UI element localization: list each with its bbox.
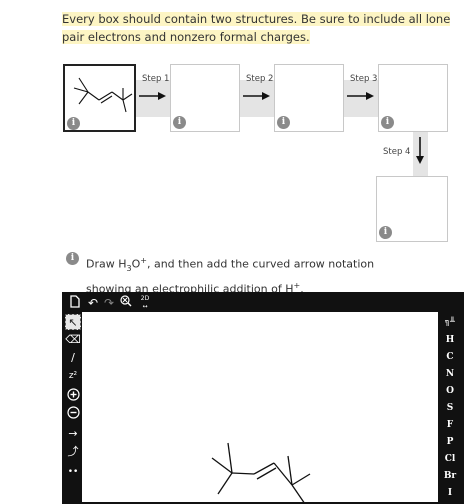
element-i-button[interactable]: I [438,488,462,498]
element-s-button[interactable]: S [438,403,462,413]
new-document-icon[interactable] [68,295,82,311]
right-arrow-icon [139,92,166,100]
chain-tool-icon[interactable]: z² [65,368,81,384]
right-arrow-icon [347,92,374,100]
select-tool-icon[interactable]: ↖ [65,314,81,330]
redo-icon[interactable]: ↷ [102,295,116,311]
info-icon[interactable]: i [381,116,394,129]
step-2-label: Step 2 [246,74,274,84]
step-1-label: Step 1 [142,74,170,84]
editor-left-toolbar: ↖ ⌫ ∕ z² → ⤴ •• [64,312,82,504]
starting-structure-box[interactable]: i [63,64,136,132]
right-arrow-icon [243,92,270,100]
undo-icon[interactable]: ↶ [86,295,100,311]
structure-editor: ↶ ↷ 2D ↔ ↖ ⌫ ∕ z² → ⤴ •• ╗╨ H C N O S F … [62,292,464,504]
alkene-structure [211,442,311,504]
info-icon[interactable]: i [379,226,392,239]
info-icon[interactable]: i [66,252,79,265]
alkene-structure [73,77,133,113]
step-1-box[interactable]: i [170,64,240,132]
element-f-button[interactable]: F [438,420,462,430]
down-arrow-icon [416,137,424,164]
zoom-fit-icon[interactable] [119,295,133,311]
step-2-box[interactable]: i [274,64,344,132]
info-icon[interactable]: i [277,116,290,129]
prompt-text: Draw H3O+, and then add the curved arrow… [86,256,375,296]
clean-2d-button[interactable]: 2D ↔ [137,295,153,311]
element-h-button[interactable]: H [438,335,462,345]
step-3-box[interactable]: i [378,64,448,132]
lone-pair-icon[interactable]: •• [65,464,81,480]
element-palette: ╗╨ H C N O S F P Cl Br I [438,312,462,504]
instruction-text: Every box should contain two structures.… [62,12,451,44]
step-4-label: Step 4 [383,147,411,157]
negative-charge-icon[interactable] [65,406,81,422]
element-o-button[interactable]: O [438,386,462,396]
element-n-button[interactable]: N [438,369,462,379]
editor-toolbar: ↶ ↷ 2D ↔ [64,294,462,312]
info-icon[interactable]: i [67,117,80,130]
single-bond-tool-icon[interactable]: ∕ [65,350,81,366]
drawing-canvas[interactable] [82,312,438,504]
element-p-button[interactable]: P [438,437,462,447]
step-3-label: Step 3 [350,74,378,84]
element-br-button[interactable]: Br [438,471,462,481]
element-c-button[interactable]: C [438,352,462,362]
positive-charge-icon[interactable] [65,388,81,404]
curved-arrow-icon[interactable]: ⤴ [65,444,81,460]
info-icon[interactable]: i [173,116,186,129]
element-cl-button[interactable]: Cl [438,454,462,464]
periodic-table-icon[interactable]: ╗╨ [438,316,462,326]
arrow-tool-icon[interactable]: → [65,426,81,442]
step-4-box[interactable]: i [376,176,448,242]
draw-prompt: i Draw H3O+, and then add the curved arr… [66,252,396,298]
eraser-icon[interactable]: ⌫ [65,332,81,348]
